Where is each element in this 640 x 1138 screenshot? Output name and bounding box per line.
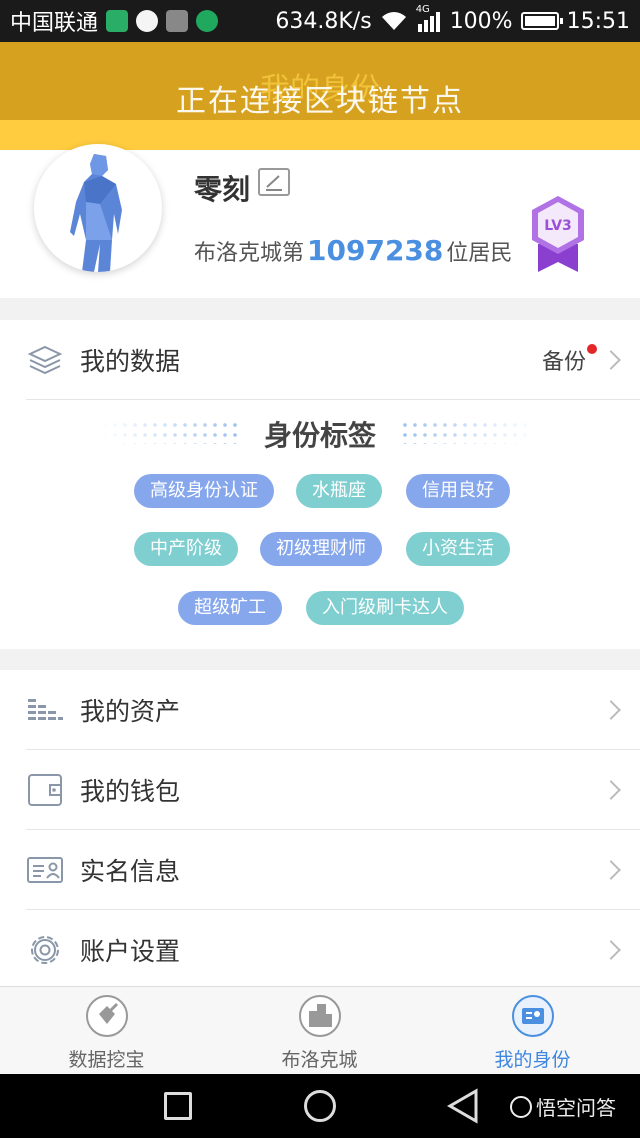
wallet-icon — [28, 774, 62, 806]
gear-icon — [31, 936, 59, 964]
username: 零刻 — [194, 173, 251, 206]
clock: 15:51 — [566, 8, 630, 34]
wukong-logo-icon — [510, 1095, 532, 1118]
tab-my-identity[interactable]: 我的身份 — [426, 987, 639, 1075]
system-navigation-bar: 悟空问答 — [0, 1074, 640, 1138]
resident-rank: 布洛克城第 1097238 位居民 — [194, 234, 512, 267]
identity-tag[interactable]: 初级理财师 — [260, 532, 382, 566]
assets-bars-icon — [28, 699, 63, 720]
identity-card-icon — [512, 995, 554, 1037]
cell-signal-icon: 4G — [416, 4, 442, 32]
profile-card: 零刻 布洛克城第 1097238 位居民 LV3 — [0, 144, 640, 298]
level-badge[interactable]: LV3 — [530, 194, 586, 274]
divider — [26, 399, 640, 400]
level-text: LV3 — [544, 218, 572, 234]
resident-number: 1097238 — [307, 234, 444, 267]
my-data-row[interactable]: 我的数据 备份 — [0, 320, 640, 400]
wifi-icon — [381, 12, 406, 30]
menu-item-settings[interactable]: 账户设置 — [0, 910, 640, 990]
network-speed: 634.8K/s — [275, 8, 372, 34]
bottom-tab-bar: 数据挖宝 布洛克城 我的身份 — [0, 986, 640, 1074]
menu-item-label: 我的钱包 — [80, 777, 181, 806]
shovel-icon — [86, 995, 128, 1037]
identity-tag[interactable]: 超级矿工 — [178, 591, 282, 625]
chevron-right-icon — [601, 780, 621, 800]
tab-label: 布洛克城 — [281, 1049, 358, 1071]
backup-link[interactable]: 备份 — [542, 344, 586, 376]
carrier-name: 中国联通 — [10, 11, 99, 36]
tab-label: 数据挖宝 — [68, 1049, 145, 1071]
back-button[interactable] — [446, 1088, 480, 1124]
avatar[interactable] — [34, 144, 162, 272]
chevron-right-icon — [601, 860, 621, 880]
avatar-figure-icon — [70, 154, 122, 272]
data-card: 我的数据 备份 身份标签 高级身份认证 水瓶座 信用良好 中产阶级 初级理财师 … — [0, 320, 640, 649]
menu-item-label: 账户设置 — [80, 937, 181, 966]
menu-item-label: 实名信息 — [80, 857, 181, 886]
qq-notification-icon — [136, 10, 159, 32]
city-icon — [299, 995, 341, 1037]
layers-icon — [27, 345, 63, 375]
gallery-notification-icon — [166, 10, 189, 32]
resident-suffix: 位居民 — [446, 241, 513, 266]
identity-tags-title: 身份标签 — [263, 419, 376, 452]
tab-block-city[interactable]: 布洛克城 — [213, 987, 426, 1075]
battery-icon — [520, 12, 563, 30]
identity-tags-header: 身份标签 — [0, 412, 640, 456]
identity-tag[interactable]: 信用良好 — [406, 474, 510, 508]
edit-name-icon[interactable] — [258, 168, 290, 196]
resident-prefix: 布洛克城第 — [194, 241, 305, 266]
app-notification-icon — [196, 10, 219, 32]
identity-tag[interactable]: 水瓶座 — [296, 474, 382, 508]
backup-notification-dot — [587, 344, 597, 354]
identity-tag[interactable]: 中产阶级 — [134, 532, 238, 566]
level-shield-icon: LV3 — [532, 196, 584, 272]
tab-label: 我的身份 — [494, 1049, 571, 1071]
menu-item-assets[interactable]: 我的资产 — [0, 670, 640, 750]
connecting-toast: 正在连接区块链节点 — [176, 84, 464, 119]
identity-tag[interactable]: 高级身份认证 — [134, 474, 274, 508]
my-data-label: 我的数据 — [80, 347, 181, 376]
recent-apps-button[interactable] — [164, 1092, 192, 1120]
wechat-notification-icon — [106, 10, 129, 32]
tab-data-mining[interactable]: 数据挖宝 — [0, 987, 213, 1075]
chevron-right-icon — [601, 940, 621, 960]
home-button[interactable] — [304, 1090, 336, 1122]
chevron-right-icon — [601, 350, 621, 370]
id-card-icon — [27, 857, 63, 883]
watermark-text: 悟空问答 — [536, 1096, 616, 1120]
identity-tag[interactable]: 入门级刷卡达人 — [306, 591, 464, 625]
watermark: 悟空问答 — [510, 1092, 616, 1121]
menu-item-real-name[interactable]: 实名信息 — [0, 830, 640, 910]
page-header: 我的身份 正在连接区块链节点 — [0, 42, 640, 150]
chevron-right-icon — [601, 700, 621, 720]
status-bar: 中国联通 634.8K/s 4G 100% 15:51 — [0, 0, 640, 42]
menu-item-wallet[interactable]: 我的钱包 — [0, 750, 640, 830]
decorative-dots-right — [400, 420, 538, 444]
menu-item-label: 我的资产 — [80, 697, 181, 726]
identity-tag[interactable]: 小资生活 — [406, 532, 510, 566]
menu-card: 我的资产 我的钱包 实名信息 账户设置 — [0, 670, 640, 988]
battery-percent: 100% — [449, 8, 513, 34]
